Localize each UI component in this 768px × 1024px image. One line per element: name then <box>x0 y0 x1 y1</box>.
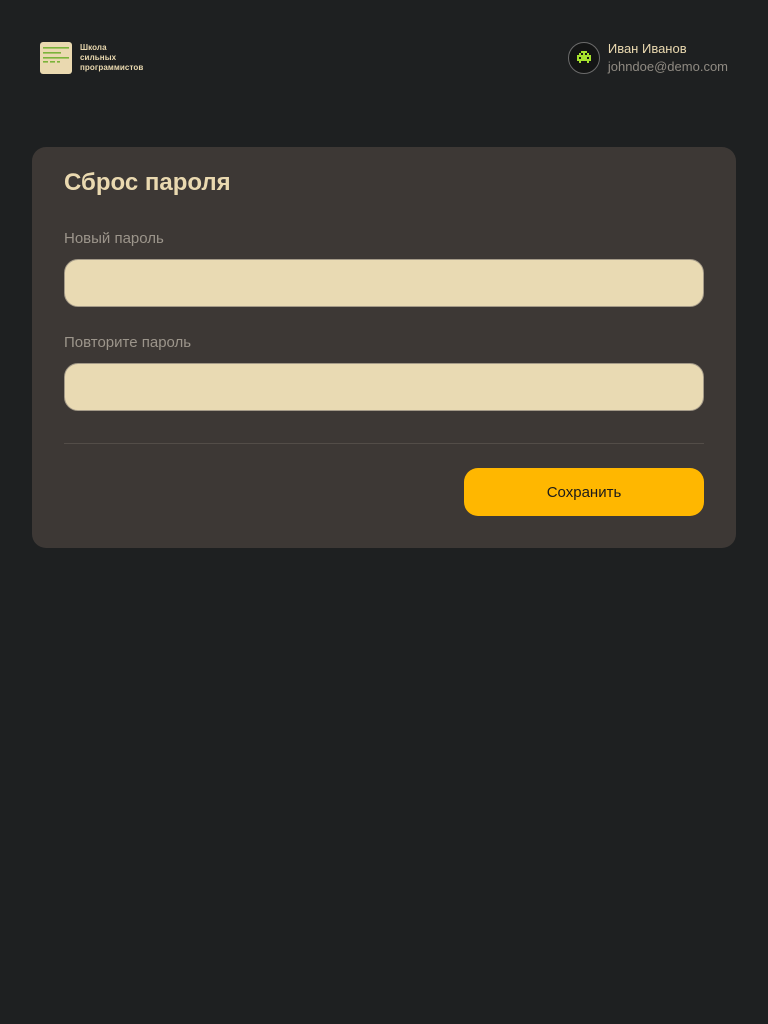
logo-icon <box>40 42 72 74</box>
page-title: Сброс пароля <box>64 169 231 196</box>
password-reset-card: Сброс пароля Новый пароль Повторите паро… <box>32 147 736 548</box>
user-profile[interactable]: Иван Иванов johndoe@demo.com <box>567 40 728 75</box>
repeat-password-input[interactable] <box>64 363 704 411</box>
logo-line: Школа <box>80 43 107 52</box>
logo-line: сильных <box>80 53 117 62</box>
user-name: Иван Иванов <box>607 41 687 56</box>
logo-text: Школа сильных программистов <box>80 43 143 73</box>
new-password-label: Новый пароль <box>64 230 164 247</box>
user-info: Иван Иванов johndoe@demo.com <box>608 40 728 75</box>
logo[interactable]: Школа сильных программистов <box>40 42 143 74</box>
save-button[interactable]: Сохранить <box>464 468 704 516</box>
pixel-avatar-icon <box>576 50 591 63</box>
page: Школа сильных программистов Иван Иванов <box>0 0 768 1024</box>
avatar[interactable] <box>567 41 600 74</box>
user-email: johndoe@demo.com <box>607 59 728 74</box>
repeat-password-label: Повторите пароль <box>64 334 192 351</box>
divider <box>64 443 704 444</box>
new-password-input[interactable] <box>64 259 704 307</box>
logo-line: программистов <box>80 63 144 72</box>
